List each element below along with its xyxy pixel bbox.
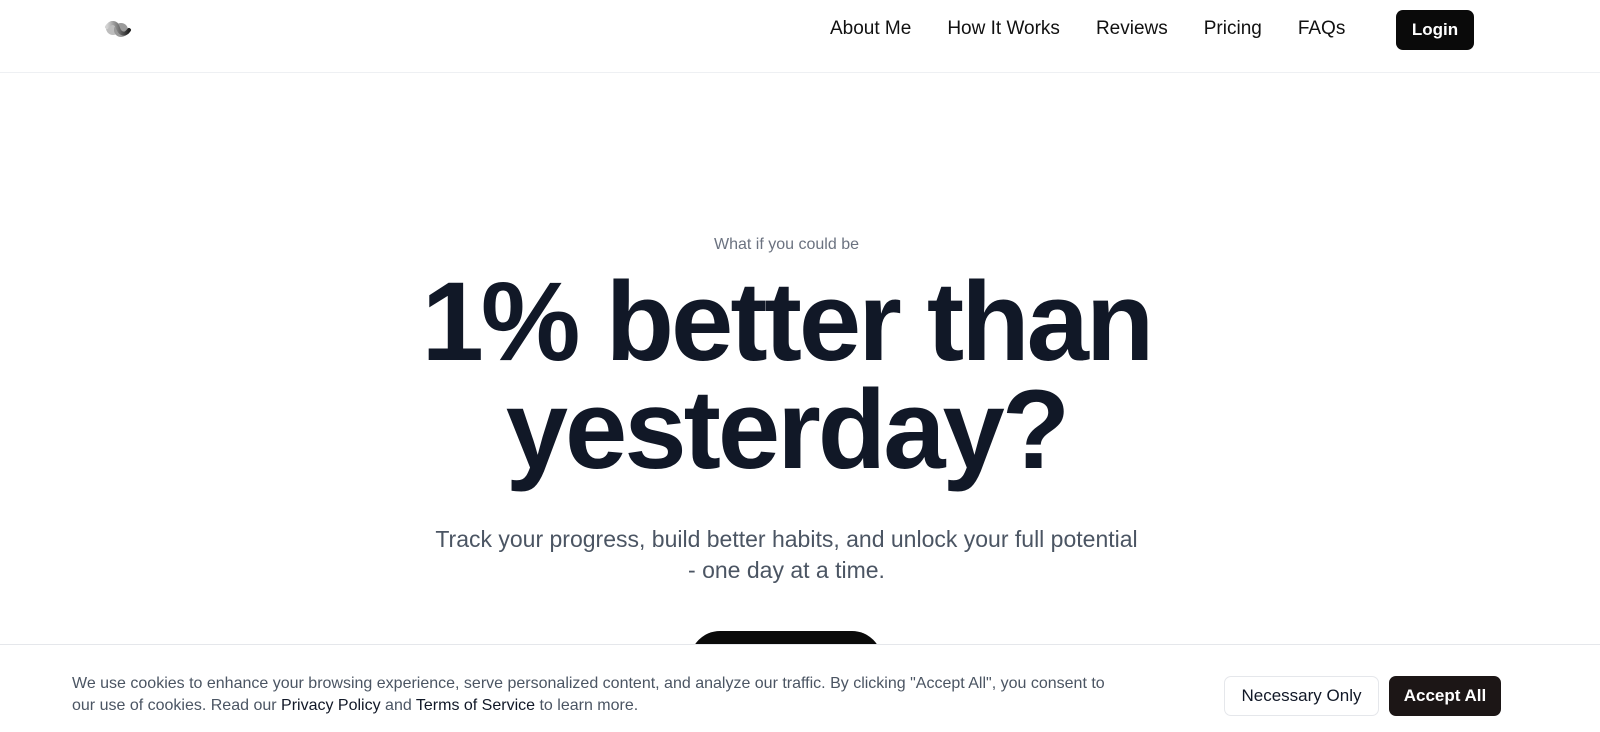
login-button[interactable]: Login — [1396, 10, 1474, 50]
nav-how-it-works[interactable]: How It Works — [947, 18, 1060, 40]
accept-all-button[interactable]: Accept All — [1389, 676, 1501, 716]
nav-faqs[interactable]: FAQs — [1298, 18, 1346, 40]
nav-about-me[interactable]: About Me — [830, 18, 911, 40]
hero-title: 1% better than yesterday? — [0, 259, 1573, 492]
privacy-policy-link[interactable]: Privacy Policy — [281, 697, 381, 714]
main-nav: About Me How It Works Reviews Pricing FA… — [830, 0, 1381, 58]
cookie-banner: We use cookies to enhance your browsing … — [0, 644, 1600, 732]
site-header: About Me How It Works Reviews Pricing FA… — [0, 0, 1600, 73]
hero-title-line-1: 1% better than — [421, 259, 1155, 384]
cookie-message-line-2: our use of cookies. Read our Privacy Pol… — [72, 695, 1182, 717]
hero-title-line-2: yesterday? — [505, 367, 1070, 492]
hero-subtitle: Track your progress, build better habits… — [0, 524, 1573, 586]
necessary-only-button[interactable]: Necessary Only — [1224, 676, 1379, 716]
terms-of-service-link[interactable]: Terms of Service — [416, 697, 535, 714]
hero-subtitle-line-2: - one day at a time. — [688, 557, 885, 583]
nav-pricing[interactable]: Pricing — [1204, 18, 1262, 40]
hero-subtitle-line-1: Track your progress, build better habits… — [435, 526, 1138, 552]
cookie-text-and: and — [380, 697, 416, 714]
cookie-message-line-1: We use cookies to enhance your browsing … — [72, 675, 1105, 692]
wave-logo-icon[interactable] — [104, 18, 132, 40]
cookie-text-prefix: our use of cookies. Read our — [72, 697, 282, 714]
nav-reviews[interactable]: Reviews — [1096, 18, 1168, 40]
cookie-message: We use cookies to enhance your browsing … — [72, 673, 1182, 717]
hero-eyebrow: What if you could be — [714, 236, 859, 253]
cookie-text-suffix: to learn more. — [535, 697, 639, 714]
